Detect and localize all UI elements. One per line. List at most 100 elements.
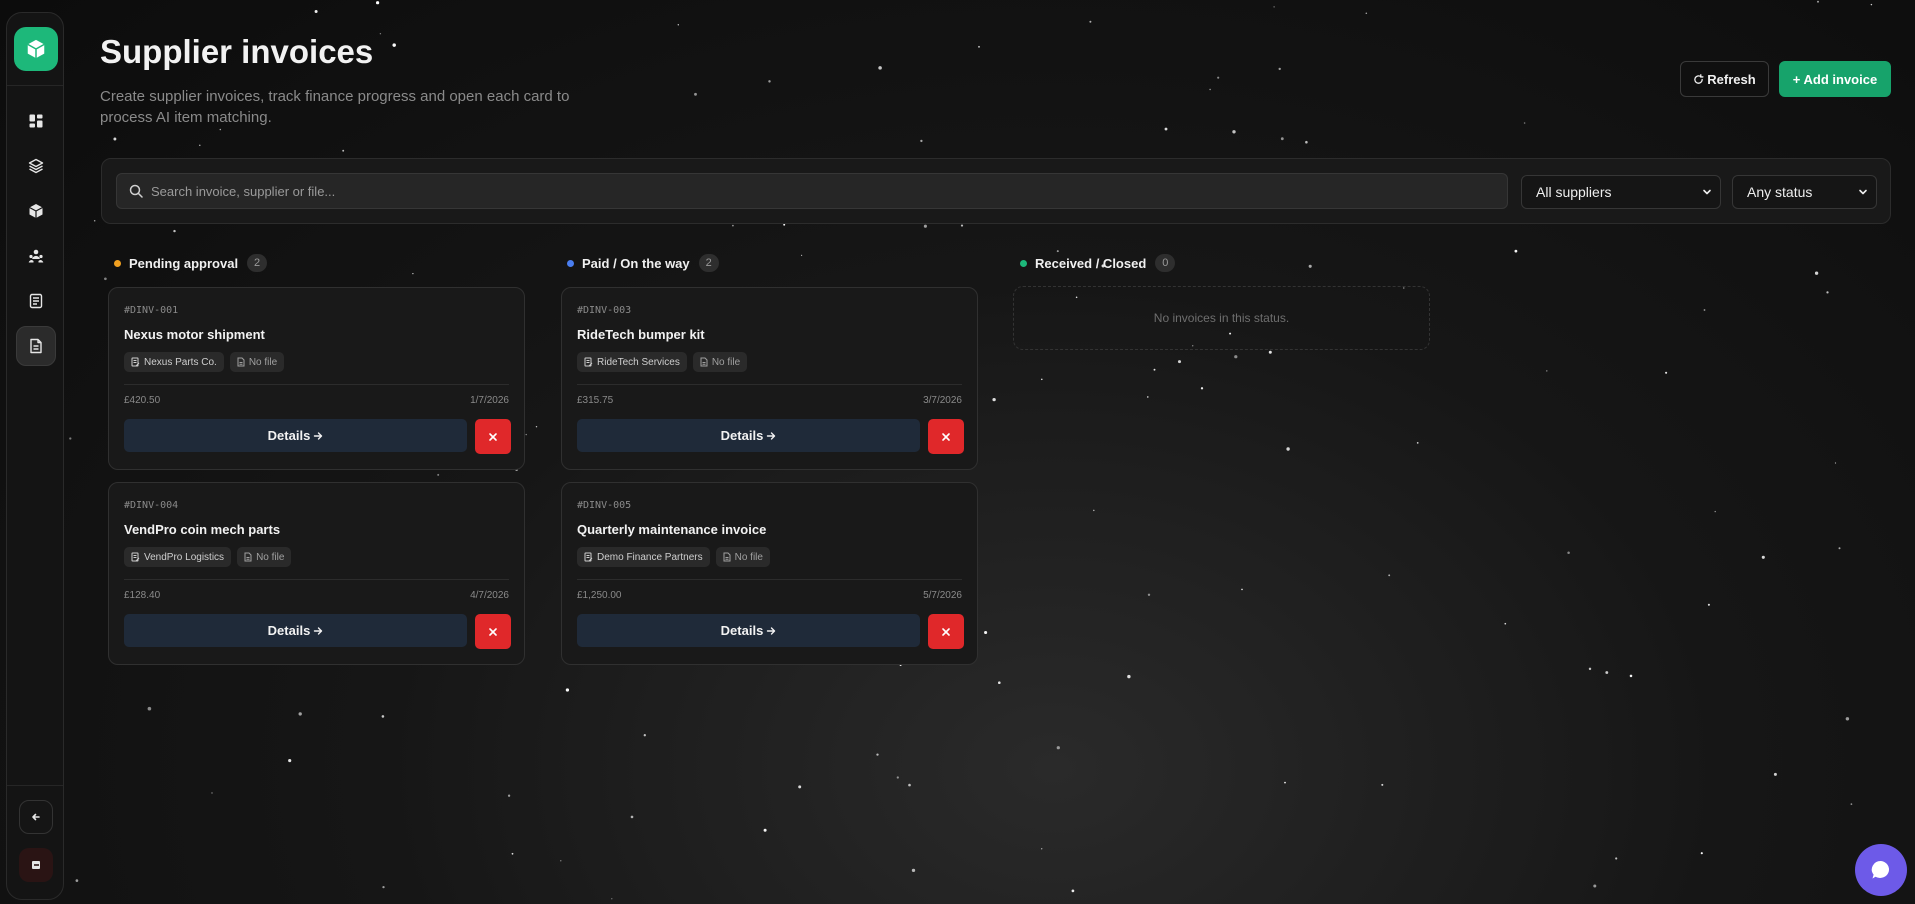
file-status: No file <box>248 356 278 368</box>
refresh-button[interactable]: Refresh <box>1680 61 1769 97</box>
close-icon <box>942 627 950 636</box>
supplier-chip: RideTech Services <box>577 352 687 372</box>
star-dot <box>75 879 79 882</box>
star-dot <box>768 80 771 83</box>
file-icon <box>723 552 731 562</box>
file-chip: No file <box>229 352 285 372</box>
star-dot <box>1056 250 1059 253</box>
supplier-icon <box>131 552 140 562</box>
star-dot <box>920 139 923 143</box>
column-count-badge: 0 <box>1155 254 1176 272</box>
star-dot <box>1381 783 1384 786</box>
supplier-name: RideTech Services <box>597 356 680 368</box>
invoice-meta: Nexus Parts Co. No file <box>124 352 285 372</box>
sidebar-item-reports[interactable] <box>16 281 56 321</box>
sidebar-item-invoices[interactable] <box>16 326 56 366</box>
star-dot <box>876 753 879 756</box>
star-dot <box>1546 370 1548 372</box>
star-dot <box>511 852 514 855</box>
file-status: No file <box>734 551 763 563</box>
card-divider <box>124 579 509 580</box>
star-dot <box>1567 551 1570 555</box>
star-dot <box>560 860 562 862</box>
star-dot <box>1127 674 1131 679</box>
star-dot <box>375 1 380 5</box>
invoice-card[interactable]: #DINV-001 Nexus motor shipment Nexus Par… <box>108 287 525 470</box>
star-dot <box>219 128 222 131</box>
star-dot <box>1286 447 1290 451</box>
column-count-badge: 2 <box>698 254 719 272</box>
star-dot <box>1217 76 1220 79</box>
sidebar-divider <box>7 85 63 86</box>
invoice-card[interactable]: #DINV-005 Quarterly maintenance invoice … <box>561 482 978 665</box>
star-dot <box>798 785 802 789</box>
invoice-card[interactable]: #DINV-003 RideTech bumper kit RideTech S… <box>561 287 978 470</box>
delete-button[interactable] <box>928 419 964 454</box>
sidebar-item-layers[interactable] <box>16 146 56 186</box>
star-dot <box>298 712 302 716</box>
details-button[interactable]: Details <box>577 419 920 452</box>
invoice-id: #DINV-004 <box>124 500 179 511</box>
star-dot <box>1209 88 1211 91</box>
delete-button[interactable] <box>475 419 511 454</box>
supplier-name: VendPro Logistics <box>144 551 225 563</box>
app-logo[interactable] <box>14 27 58 71</box>
column-header-received: Received / Closed 0 <box>1020 254 1176 272</box>
add-invoice-button[interactable]: + Add invoice <box>1779 61 1891 97</box>
star-dot <box>1504 622 1507 625</box>
star-dot <box>1817 0 1819 3</box>
star-dot <box>535 425 538 428</box>
sidebar-item-products[interactable] <box>16 191 56 231</box>
invoice-date: 1/7/2026 <box>470 395 509 406</box>
search-input[interactable] <box>151 174 1501 208</box>
details-button[interactable]: Details <box>124 419 467 452</box>
details-button[interactable]: Details <box>124 614 467 647</box>
add-invoice-label: + Add invoice <box>1792 71 1878 87</box>
card-divider <box>124 384 509 385</box>
star-dot <box>1056 746 1060 750</box>
star-dot <box>1234 355 1238 359</box>
star-dot <box>1305 140 1308 144</box>
star-dot <box>525 433 527 436</box>
collapse-sidebar-button[interactable] <box>19 800 53 834</box>
star-dot <box>763 828 767 832</box>
star-dot <box>314 10 318 13</box>
delete-button[interactable] <box>475 614 511 649</box>
details-button[interactable]: Details <box>577 614 920 647</box>
star-dot <box>1284 781 1286 784</box>
chat-bubble-icon <box>1871 860 1890 879</box>
arrow-right-icon <box>314 431 323 440</box>
chat-button[interactable] <box>1855 844 1907 896</box>
star-dot <box>1147 396 1149 398</box>
star-dot <box>1850 803 1853 805</box>
file-chip: No file <box>692 352 748 372</box>
column-title: Pending approval <box>129 255 239 271</box>
invoice-title: Nexus motor shipment <box>124 327 265 342</box>
star-dot <box>147 706 152 711</box>
invoice-meta: Demo Finance Partners No file <box>577 547 770 567</box>
sidebar-item-team[interactable] <box>16 236 56 276</box>
star-dot <box>1588 667 1592 671</box>
star-dot <box>113 137 117 141</box>
delete-button[interactable] <box>928 614 964 649</box>
card-divider <box>577 579 962 580</box>
sidebar-item-dashboard[interactable] <box>16 101 56 141</box>
status-select[interactable]: Any status <box>1732 175 1877 209</box>
star-dot <box>677 24 679 26</box>
star-dot <box>1164 127 1168 131</box>
invoice-card[interactable]: #DINV-004 VendPro coin mech parts VendPr… <box>108 482 525 665</box>
arrow-right-icon <box>767 626 776 635</box>
star-dot <box>978 45 980 48</box>
star-dot <box>211 792 213 794</box>
supplier-select[interactable]: All suppliers <box>1521 175 1721 209</box>
invoice-id: #DINV-005 <box>577 500 632 511</box>
star-dot <box>992 397 996 402</box>
star-dot <box>381 715 385 718</box>
logout-button[interactable] <box>19 848 53 882</box>
invoice-amount: £128.40 <box>124 590 161 601</box>
star-dot <box>342 149 345 152</box>
star-dot <box>1416 442 1419 444</box>
star-dot <box>1870 3 1873 6</box>
column-title: Received / Closed <box>1035 255 1147 271</box>
star-dot <box>1714 510 1716 513</box>
